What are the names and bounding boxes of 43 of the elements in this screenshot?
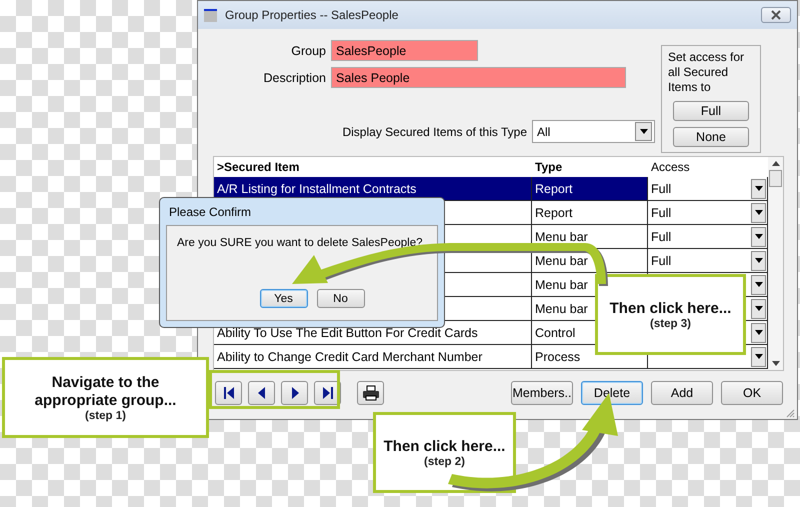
panel-text: Set access for all Secured Items to	[668, 50, 746, 95]
dialog-button[interactable]: Members..	[511, 381, 573, 405]
table-cell: Report	[532, 201, 648, 224]
dialog-button[interactable]: Delete	[581, 381, 643, 405]
callout-title: Navigate to the appropriate group...	[34, 374, 178, 410]
access-dropdown[interactable]: Full	[648, 177, 768, 200]
access-dropdown[interactable]: Full	[648, 249, 768, 272]
window-icon	[204, 8, 217, 22]
first-record-icon[interactable]	[215, 381, 242, 405]
scroll-down-icon[interactable]	[772, 361, 780, 366]
column-header: >Secured Item	[216, 160, 300, 174]
printer-icon[interactable]	[357, 381, 384, 405]
field-label: Display Secured Items of this Type	[341, 124, 527, 138]
access-dropdown[interactable]: Full	[648, 225, 768, 248]
dialog-button[interactable]: Yes	[260, 289, 308, 308]
table-cell: Ability to Change Credit Card Merchant Number	[214, 345, 532, 368]
field-label: Group	[290, 44, 326, 58]
callout-step: (step 1)	[85, 410, 126, 422]
scroll-thumb[interactable]	[769, 170, 782, 187]
column-header: Type	[534, 160, 564, 174]
dialog-button[interactable]: Add	[651, 381, 713, 405]
dialog-button[interactable]: OK	[721, 381, 783, 405]
input-field[interactable]: SalesPeople	[331, 40, 478, 61]
access-dropdown[interactable]: Full	[648, 201, 768, 224]
type-dropdown[interactable]: All	[532, 120, 655, 143]
next-record-icon[interactable]	[281, 381, 308, 405]
close-icon	[770, 10, 782, 20]
callout-title: Then click here...	[384, 438, 506, 456]
scroll-up-icon[interactable]	[772, 161, 780, 166]
table-cell: A/R Listing for Installment Contracts	[214, 177, 532, 200]
close-button[interactable]	[761, 7, 791, 23]
input-field[interactable]: Sales People	[331, 67, 626, 88]
table-cell: Report	[532, 177, 648, 200]
window-title: Group Properties -- SalesPeople	[225, 8, 400, 22]
access-button[interactable]: None	[673, 127, 749, 147]
access-button[interactable]: Full	[673, 101, 749, 121]
column-header: Access	[650, 160, 691, 174]
dialog-button[interactable]: No	[316, 289, 364, 308]
field-label: Description	[262, 70, 326, 84]
prev-record-icon[interactable]	[248, 381, 275, 405]
callout-step: (step 2)	[424, 456, 465, 468]
resize-grip-icon	[785, 407, 795, 417]
scrollbar[interactable]	[768, 157, 783, 370]
